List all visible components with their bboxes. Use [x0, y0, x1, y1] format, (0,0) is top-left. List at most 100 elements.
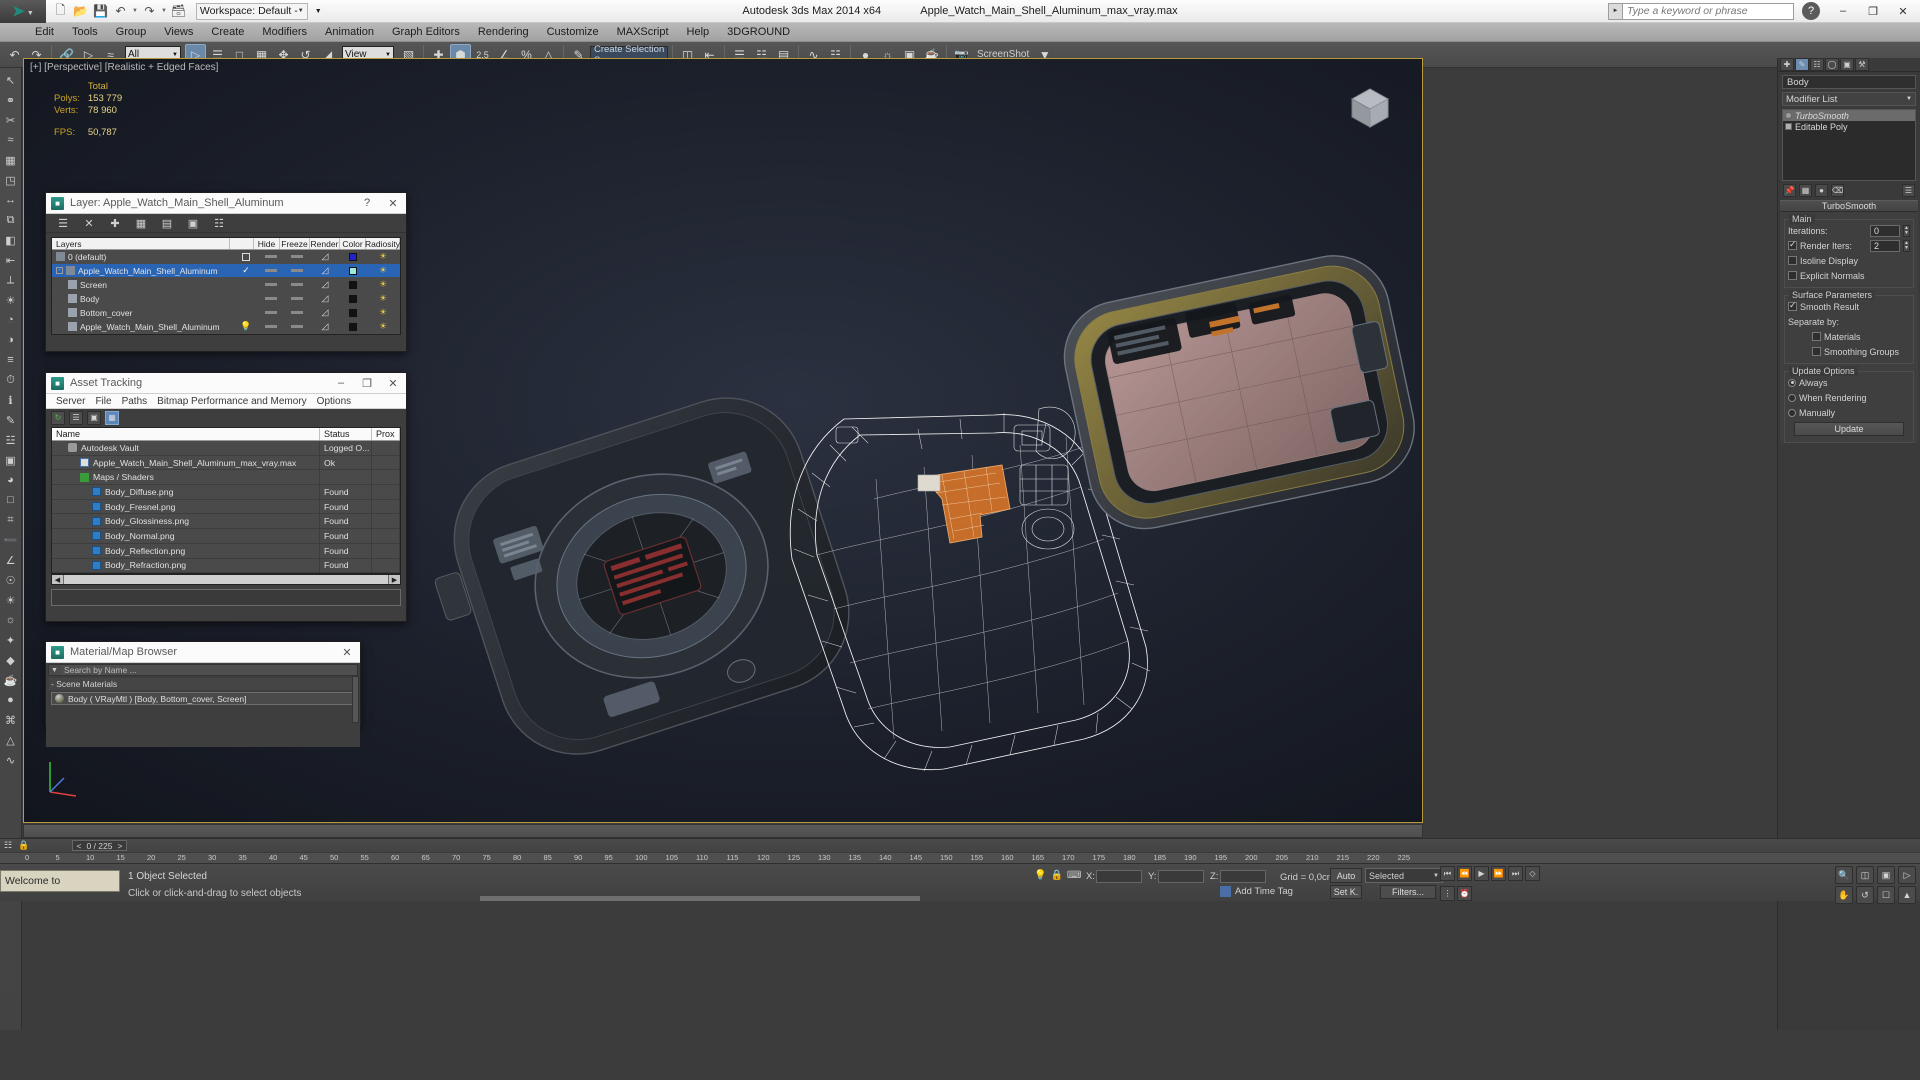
layer-row[interactable]: Bottom_cover◿☀: [52, 306, 400, 320]
set-key-button[interactable]: Set K.: [1330, 885, 1362, 899]
modifier-enabled-icon[interactable]: [1785, 112, 1792, 119]
zoom-extents-icon[interactable]: ▣: [1877, 866, 1895, 884]
asset-grid[interactable]: Name Status Prox Autodesk VaultLogged O.…: [51, 427, 401, 574]
menu-item-tools[interactable]: Tools: [63, 23, 107, 42]
delete-layer-icon[interactable]: ✕: [82, 216, 96, 230]
layer-column-render[interactable]: Render: [310, 238, 340, 249]
iterations-spinner-arrows[interactable]: ▲▼: [1903, 225, 1910, 237]
view-cube[interactable]: [1340, 77, 1400, 137]
asset-row[interactable]: Autodesk VaultLogged O...: [52, 441, 400, 456]
chevron-down-icon[interactable]: ▼: [51, 667, 58, 674]
asset-menu-file[interactable]: File: [90, 396, 116, 407]
pin-stack-icon[interactable]: 📌: [1783, 184, 1796, 197]
object-name-field[interactable]: Body: [1782, 75, 1916, 89]
rename-objects-icon[interactable]: ✎: [2, 411, 20, 429]
close-button[interactable]: ✕: [380, 193, 406, 214]
select-highlighted-objects-icon[interactable]: ▣: [186, 216, 200, 230]
current-frame-icon[interactable]: ⋮: [1440, 886, 1455, 901]
coord-x-input[interactable]: [1096, 870, 1142, 883]
asset-row[interactable]: Body_Diffuse.pngFound: [52, 485, 400, 500]
menu-item-customize[interactable]: Customize: [538, 23, 608, 42]
auto-key-button[interactable]: Auto: [1330, 868, 1362, 883]
layer-hide-cell[interactable]: [258, 292, 284, 306]
layer-color-cell[interactable]: [340, 292, 366, 306]
select-objects-in-layer-icon[interactable]: ▦: [134, 216, 148, 230]
new-file-icon[interactable]: 🗋: [52, 3, 69, 20]
asset-row[interactable]: Body_Refraction.pngFound: [52, 559, 400, 574]
time-slider-track[interactable]: [23, 824, 1423, 838]
utilities-tab[interactable]: ⚒: [1855, 58, 1869, 71]
open-file-icon[interactable]: 📂: [72, 3, 89, 20]
asset-horizontal-scrollbar[interactable]: ◀ ▶: [51, 574, 401, 585]
show-end-result-icon[interactable]: ▦: [1799, 184, 1812, 197]
layer-freeze-cell[interactable]: [284, 250, 310, 264]
quick-align-icon[interactable]: ≡: [2, 351, 20, 369]
zoom-all-icon[interactable]: ◫: [1856, 866, 1874, 884]
track-bar[interactable]: ☷ 🔒 < 0 / 225 >: [0, 838, 1920, 852]
material-map-browser[interactable]: ■ Material/Map Browser ✕ ▼ Search by Nam…: [45, 641, 361, 726]
asset-row[interactable]: Body_Fresnel.pngFound: [52, 500, 400, 515]
make-unique-icon[interactable]: ●: [1815, 184, 1828, 197]
snapshot-icon[interactable]: ◳: [2, 171, 20, 189]
layer-row[interactable]: -Apple_Watch_Main_Shell_Aluminum✓◿☀: [52, 264, 400, 278]
layer-column-color[interactable]: Color: [340, 238, 366, 249]
layer-state-cell[interactable]: ✓: [234, 264, 258, 278]
dummy-icon[interactable]: □: [2, 491, 20, 509]
menu-item-group[interactable]: Group: [107, 23, 156, 42]
menu-item-rendering[interactable]: Rendering: [469, 23, 538, 42]
daylight-icon[interactable]: ✦: [2, 631, 20, 649]
protractor-icon[interactable]: ∠: [2, 551, 20, 569]
layer-state-cell[interactable]: 💡: [234, 320, 258, 334]
workspace-dropdown-icon[interactable]: ▼: [315, 8, 322, 15]
asset-tracking-dialog[interactable]: ■ Asset Tracking – ❐ ✕ ServerFilePathsBi…: [45, 372, 407, 622]
uvw-icon[interactable]: ⌘: [2, 711, 20, 729]
layer-radiosity-cell[interactable]: ☀: [366, 292, 400, 306]
orbit-icon[interactable]: ↺: [1856, 886, 1874, 904]
unlink-icon[interactable]: ✂: [2, 111, 20, 129]
field-of-view-icon[interactable]: ▷: [1898, 866, 1916, 884]
layer-column-state[interactable]: [230, 238, 254, 249]
maximize-viewport-toggle-icon[interactable]: ☐: [1877, 886, 1895, 904]
layer-hide-cell[interactable]: [258, 250, 284, 264]
search-input[interactable]: Search by Name ...: [61, 665, 357, 675]
layer-freeze-cell[interactable]: [284, 320, 310, 334]
prompt-scrollbar[interactable]: [480, 896, 920, 901]
display-tab[interactable]: ▣: [1840, 58, 1854, 71]
layer-render-cell[interactable]: ◿: [310, 306, 340, 320]
channel-info-icon[interactable]: ℹ: [2, 391, 20, 409]
sunlight-icon[interactable]: ☼: [2, 611, 20, 629]
key-mode-toggle-icon[interactable]: ◇: [1525, 866, 1540, 881]
poly-icon[interactable]: △: [2, 731, 20, 749]
next-frame-button[interactable]: >: [118, 841, 123, 851]
smooth-result-checkbox[interactable]: [1788, 302, 1797, 311]
asset-menu-server[interactable]: Server: [51, 396, 90, 407]
help-button[interactable]: ?: [354, 193, 380, 214]
asset-menu-paths[interactable]: Paths: [117, 396, 153, 407]
render-iters-spinner-arrows[interactable]: ▲▼: [1903, 240, 1910, 252]
clone-icon[interactable]: ⧉: [2, 211, 20, 229]
modify-tab[interactable]: ✎: [1795, 58, 1809, 71]
iterations-spinner[interactable]: 0: [1870, 225, 1900, 237]
menu-item-3dground[interactable]: 3DGROUND: [718, 23, 799, 42]
layer-color-cell[interactable]: [340, 320, 366, 334]
asset-row[interactable]: Body_Reflection.pngFound: [52, 544, 400, 559]
layer-state-cell[interactable]: [234, 306, 258, 320]
layer-state-cell[interactable]: [234, 250, 258, 264]
redo-icon[interactable]: ↷: [141, 3, 158, 20]
undo-dropdown-icon[interactable]: ▼: [132, 8, 138, 14]
menu-item-edit[interactable]: Edit: [26, 23, 63, 42]
align-icon[interactable]: ⇤: [2, 251, 20, 269]
light-icon[interactable]: ☀: [2, 591, 20, 609]
tape-icon[interactable]: ➖: [2, 531, 20, 549]
mirror-icon[interactable]: ◧: [2, 231, 20, 249]
align-camera-icon[interactable]: ◔: [2, 311, 20, 329]
grid-view-icon[interactable]: ▦: [105, 411, 119, 425]
layer-render-cell[interactable]: ◿: [310, 320, 340, 334]
modifier-stack-item[interactable]: Editable Poly: [1783, 121, 1915, 132]
maximize-button[interactable]: ❐: [354, 373, 380, 394]
hierarchy-tab[interactable]: ☷: [1810, 58, 1824, 71]
track-lock-icon[interactable]: 🔒: [16, 840, 32, 852]
smoothing-groups-checkbox[interactable]: [1812, 347, 1821, 356]
undo-icon[interactable]: ↶: [4, 44, 25, 65]
asset-row[interactable]: Maps / Shaders: [52, 470, 400, 485]
